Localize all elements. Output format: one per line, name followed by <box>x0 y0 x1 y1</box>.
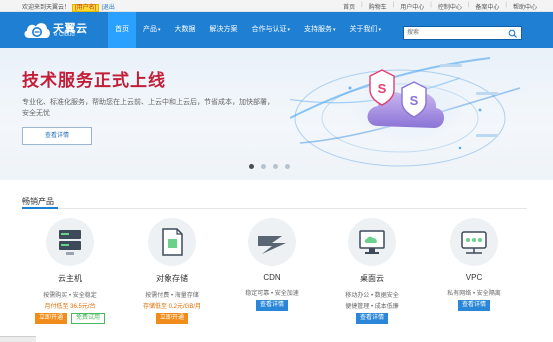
divider: | <box>505 2 507 8</box>
top-link-home[interactable]: 首页 <box>341 2 357 11</box>
browser-status-bar <box>0 336 36 342</box>
main-navigation: 天翼云 e Cloud 首页 产品▾ 大数据 解决方案 合作与认证▾ 支持服务▾… <box>0 12 553 48</box>
product-price: 存储低至 0.2元/GB/月 <box>142 304 201 310</box>
svg-text:S: S <box>378 81 387 96</box>
section-title: 畅销产品 <box>22 197 54 206</box>
divider: | <box>467 2 470 8</box>
brand-subtitle: e Cloud <box>54 32 75 38</box>
section-underline <box>22 207 58 209</box>
top-link-filing[interactable]: 备案中心 <box>473 2 501 11</box>
slide-dot[interactable] <box>249 164 254 169</box>
nav-item-partners[interactable]: 合作与认证▾ <box>245 12 298 48</box>
nav-item-label: 大数据 <box>174 26 196 33</box>
product-name: VPC <box>465 273 483 282</box>
product-features: 私有网络 • 安全隔离 <box>447 291 501 297</box>
open-now-button[interactable]: 立即开通 <box>34 313 67 324</box>
product-price: 便捷管理 • 成本低廉 <box>345 304 399 310</box>
vpc-network-icon <box>461 231 487 254</box>
nav-item-about[interactable]: 关于我们▾ <box>343 12 389 48</box>
nav-item-label: 合作与认证 <box>251 26 287 33</box>
divider: | <box>361 2 363 8</box>
banner-description: 专业化、标准化服务，帮助您在上云前、上云中和上云后，节省成本，加快部署，安全无忧 <box>22 99 274 117</box>
product-card-desktop-cloud[interactable]: 桌面云 移动办公 • 数据安全 便捷管理 • 成本低廉 查看详情 <box>322 218 422 324</box>
slide-dot[interactable] <box>285 164 290 169</box>
product-name: 桌面云 <box>360 274 384 283</box>
nav-item-home[interactable]: 首页 <box>108 12 136 48</box>
product-name: 对象存储 <box>156 274 188 283</box>
product-card-vpc[interactable]: VPC 私有网络 • 安全隔离 查看详情 <box>424 218 524 311</box>
slide-dot[interactable] <box>261 164 266 169</box>
svg-text:S: S <box>410 93 419 108</box>
product-icon-wrap <box>148 218 196 266</box>
product-card-cloud-host[interactable]: 云主机 按需购买 • 安全稳定 月付低至 36.5元/台 立即开通 免费试用 <box>20 218 120 324</box>
product-icon-wrap <box>348 218 396 266</box>
logout-link[interactable]: 退出 <box>103 5 115 11</box>
brand-logo[interactable]: 天翼云 e Cloud <box>22 19 94 43</box>
chevron-down-icon: ▾ <box>287 27 291 33</box>
welcome-text: 欢迎来到天翼云！ <box>22 5 71 11</box>
nav-item-label: 产品 <box>143 26 157 33</box>
search-icon[interactable] <box>508 29 518 38</box>
product-features: 按需付费 • 海量存储 <box>145 293 199 299</box>
nav-item-big-data[interactable]: 大数据 <box>168 12 203 48</box>
top-link-cart[interactable]: 购物车 <box>367 2 389 11</box>
slide-dot[interactable] <box>273 164 278 169</box>
chevron-down-icon: ▾ <box>333 27 336 33</box>
divider: | <box>430 2 432 8</box>
nav-item-label: 支持服务 <box>304 26 333 33</box>
nav-item-solutions[interactable]: 解决方案 <box>203 12 245 48</box>
product-price: 月付低至 36.5元/台 <box>44 304 96 310</box>
nav-item-label: 解决方案 <box>209 26 238 33</box>
product-buttons: 立即开通 免费试用 <box>20 313 120 324</box>
product-features: 稳定可靠 • 安全加速 <box>245 291 299 297</box>
product-icon-wrap <box>46 218 94 266</box>
cloud-logo-icon <box>24 23 50 38</box>
product-name: CDN <box>263 273 281 282</box>
cloud-security-illustration: S S <box>290 57 521 167</box>
top-utility-bar: 欢迎来到天翼云！ [用户名] |退出 首页 | 购物车 | 用户中心 | 控制中心 | 备案… <box>0 0 553 12</box>
nav-item-label: 首页 <box>115 26 129 33</box>
top-link-console[interactable]: 控制中心 <box>436 2 464 11</box>
product-name: 云主机 <box>58 274 82 283</box>
view-details-button[interactable]: 查看详情 <box>457 300 490 311</box>
product-features: 移动办公 • 数据安全 <box>345 293 399 299</box>
divider: | <box>392 2 395 8</box>
top-link-user-center[interactable]: 用户中心 <box>398 2 426 11</box>
search-input[interactable] <box>404 27 504 39</box>
username-badge[interactable]: [用户名] <box>72 4 100 12</box>
slide-indicators <box>249 164 290 169</box>
nav-menu: 首页 产品▾ 大数据 解决方案 合作与认证▾ 支持服务▾ 关于我们▾ <box>108 12 388 48</box>
nav-item-support[interactable]: 支持服务▾ <box>297 12 343 48</box>
section-divider <box>22 208 527 209</box>
product-features: 按需购买 • 安全稳定 <box>43 293 97 299</box>
banner-details-button[interactable]: 查看详情 <box>22 127 92 145</box>
product-buttons: 查看详情 <box>322 313 422 324</box>
server-icon <box>59 230 81 255</box>
product-card-object-storage[interactable]: 对象存储 按需付费 • 海量存储 存储低至 0.2元/GB/月 立即开通 <box>122 218 222 324</box>
storage-icon <box>162 228 183 256</box>
product-card-cdn[interactable]: CDN 稳定可靠 • 安全加速 查看详情 <box>222 218 322 311</box>
welcome-area: 欢迎来到天翼云！ [用户名] |退出 <box>22 2 115 12</box>
product-icon-wrap <box>248 218 296 266</box>
chevron-down-icon: ▾ <box>378 27 382 33</box>
open-now-button[interactable]: 立即开通 <box>155 313 188 324</box>
nav-item-label: 关于我们 <box>349 26 378 33</box>
product-buttons: 查看详情 <box>222 300 322 311</box>
product-icon-wrap <box>450 218 498 266</box>
cdn-lightning-icon <box>258 236 286 254</box>
top-links: 首页 | 购物车 | 用户中心 | 控制中心 | 备案中心 | 帮助中心 <box>341 2 539 11</box>
view-details-button[interactable]: 查看详情 <box>355 313 388 324</box>
chevron-down-icon: ▾ <box>158 27 161 33</box>
top-link-help[interactable]: 帮助中心 <box>511 2 539 11</box>
product-buttons: 查看详情 <box>424 300 524 311</box>
nav-item-products[interactable]: 产品▾ <box>136 12 168 48</box>
search-box <box>403 26 522 40</box>
desktop-cloud-icon <box>359 230 385 254</box>
free-trial-button[interactable]: 免费试用 <box>71 313 106 324</box>
hero-banner: 技术服务正式上线 专业化、标准化服务，帮助您在上云前、上云中和上云后，节省成本，… <box>0 48 553 180</box>
view-details-button[interactable]: 查看详情 <box>255 300 288 311</box>
product-buttons: 立即开通 <box>122 313 222 324</box>
banner-headline: 技术服务正式上线 <box>22 71 166 90</box>
